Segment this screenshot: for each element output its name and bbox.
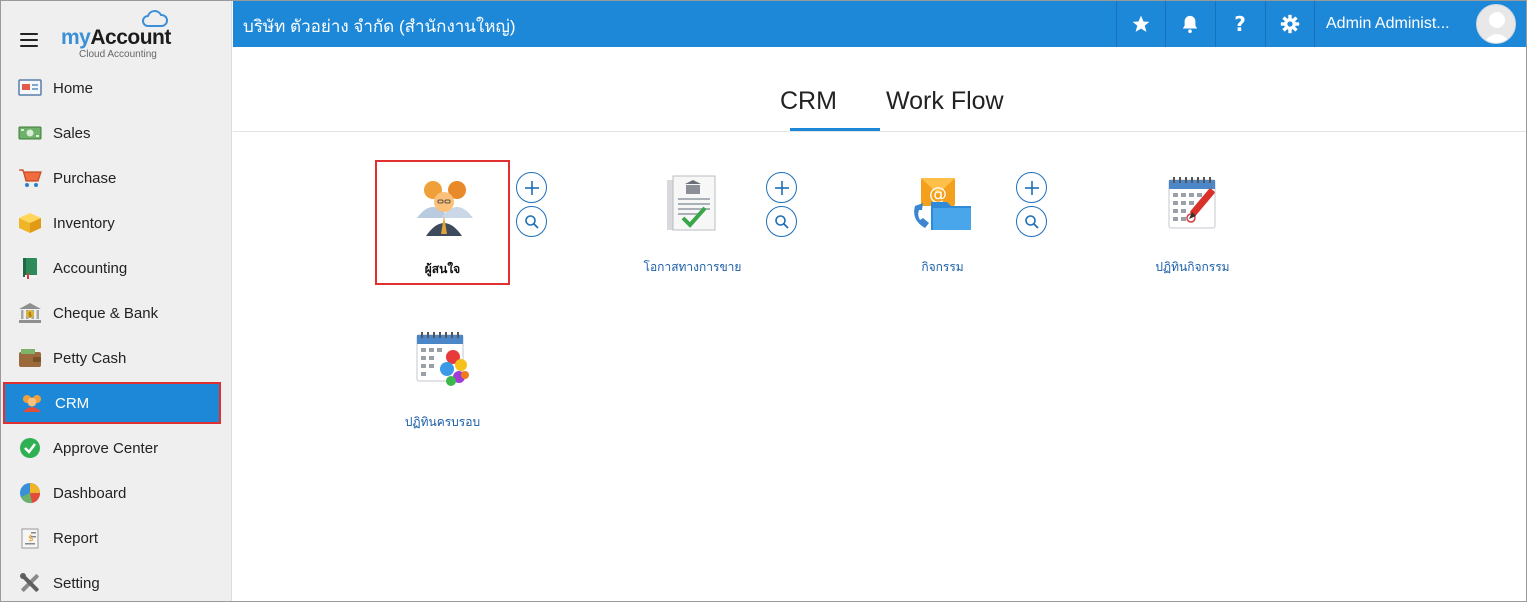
sidebar-item-accounting[interactable]: Accounting: [3, 248, 221, 288]
gear-icon: [1280, 14, 1300, 34]
logo-subtitle: Cloud Accounting: [79, 49, 157, 60]
bell-icon: [1182, 15, 1198, 33]
sidebar-item-label: Dashboard: [53, 484, 127, 502]
notifications-button[interactable]: [1165, 1, 1214, 47]
search-icon: [524, 214, 539, 229]
tab-work-flow[interactable]: Work Flow: [886, 87, 1004, 116]
ledger-book-icon: [17, 257, 43, 279]
user-menu[interactable]: Admin Administ...: [1314, 1, 1526, 47]
favorites-button[interactable]: [1116, 1, 1165, 47]
sidebar-item-dashboard[interactable]: Dashboard: [3, 473, 221, 513]
sidebar-item-label: Report: [53, 529, 99, 547]
logo-wordmark: myAccount: [61, 26, 171, 49]
avatar[interactable]: [1476, 4, 1516, 44]
sidebar-item-label: Approve Center: [53, 439, 159, 457]
help-icon: ?: [1234, 12, 1246, 36]
money-icon: [17, 122, 43, 144]
hamburger-menu-icon[interactable]: [20, 33, 38, 47]
sidebar-item-label: Cheque & Bank: [53, 304, 159, 322]
tile-label: โอกาสทางการขาย: [643, 260, 742, 274]
tools-icon: [17, 572, 43, 594]
tile-leads[interactable]: ผู้สนใจ: [375, 160, 510, 285]
svg-text:$: $: [28, 534, 34, 544]
activity-calendar-icon: [1168, 177, 1216, 229]
top-bar: บริษัท ตัวอย่าง จำกัด (สำนักงานใหญ่) ? A…: [233, 1, 1526, 47]
sidebar-item-setting[interactable]: Setting: [3, 563, 221, 602]
sidebar-item-label: Inventory: [53, 214, 115, 232]
contacts-people-icon: [417, 181, 473, 236]
pie-chart-icon: [17, 482, 43, 504]
activity-email-folder-icon: @: [914, 178, 971, 230]
tile-activity-calendar[interactable]: ปฏิทินกิจกรรม: [1125, 160, 1260, 285]
sidebar-item-label: Home: [53, 79, 94, 97]
tile-label: ปฏิทินกิจกรรม: [1155, 260, 1230, 274]
search-activity-button[interactable]: [1016, 206, 1047, 237]
svg-text:$: $: [28, 312, 32, 319]
box-icon: [17, 212, 43, 234]
plus-icon: [774, 180, 789, 195]
svg-text:@: @: [929, 184, 947, 205]
check-circle-icon: [17, 437, 43, 459]
sidebar-item-label: Purchase: [53, 169, 117, 187]
bank-icon: $: [17, 302, 43, 324]
tile-label: ปฏิทินครบรอบ: [404, 415, 481, 429]
search-icon: [1024, 214, 1039, 229]
plus-icon: [524, 180, 539, 195]
search-sales-opportunity-button[interactable]: [766, 206, 797, 237]
search-icon: [774, 214, 789, 229]
company-name[interactable]: บริษัท ตัวอย่าง จำกัด (สำนักงานใหญ่): [243, 13, 516, 40]
tile-label: กิจกรรม: [921, 260, 964, 274]
home-icon: [17, 77, 43, 99]
crm-users-icon: [19, 392, 45, 414]
sidebar-item-inventory[interactable]: Inventory: [3, 203, 221, 243]
sidebar-item-label: CRM: [55, 394, 90, 412]
search-lead-button[interactable]: [516, 206, 547, 237]
sidebar-item-label: Setting: [53, 574, 100, 592]
sidebar-item-crm[interactable]: CRM: [3, 382, 221, 424]
sidebar-item-cheque-bank[interactable]: $ Cheque & Bank: [3, 293, 221, 333]
plus-icon: [1024, 180, 1039, 195]
tile-anniversary-calendar[interactable]: ปฏิทินครบรอบ: [375, 315, 510, 440]
tile-activity[interactable]: @ กิจกรรม: [875, 160, 1010, 285]
report-icon: $: [17, 527, 43, 549]
user-name: Admin Administ...: [1326, 15, 1450, 32]
sidebar-item-label: Petty Cash: [53, 349, 127, 367]
sidebar-item-label: Accounting: [53, 259, 128, 277]
sidebar-item-approve-center[interactable]: Approve Center: [3, 428, 221, 468]
active-tab-indicator: [790, 128, 880, 131]
add-activity-button[interactable]: [1016, 172, 1047, 203]
sidebar-item-label: Sales: [53, 124, 91, 142]
sidebar: myAccount Cloud Accounting Home Sales Pu…: [1, 1, 232, 601]
sidebar-item-purchase[interactable]: Purchase: [3, 158, 221, 198]
cart-icon: [17, 167, 43, 189]
app-logo[interactable]: myAccount Cloud Accounting: [61, 9, 181, 61]
add-sales-opportunity-button[interactable]: [766, 172, 797, 203]
help-button[interactable]: ?: [1215, 1, 1264, 47]
star-icon: [1132, 15, 1150, 32]
tile-sales-opportunity[interactable]: โอกาสทางการขาย: [625, 160, 760, 285]
sidebar-item-sales[interactable]: Sales: [3, 113, 221, 153]
anniversary-calendar-icon: [416, 332, 469, 386]
tile-label: ผู้สนใจ: [424, 262, 461, 276]
add-lead-button[interactable]: [516, 172, 547, 203]
sidebar-item-petty-cash[interactable]: Petty Cash: [3, 338, 221, 378]
tab-crm[interactable]: CRM: [780, 87, 837, 116]
sidebar-item-home[interactable]: Home: [3, 68, 221, 108]
sales-opportunity-document-icon: [667, 175, 716, 231]
sidebar-item-report[interactable]: $ Report: [3, 518, 221, 558]
settings-button[interactable]: [1265, 1, 1314, 47]
user-avatar-icon: [1483, 12, 1511, 43]
wallet-icon: [17, 347, 43, 369]
module-tabs: CRM Work Flow: [233, 47, 1526, 132]
brand-area: myAccount Cloud Accounting: [1, 1, 231, 65]
